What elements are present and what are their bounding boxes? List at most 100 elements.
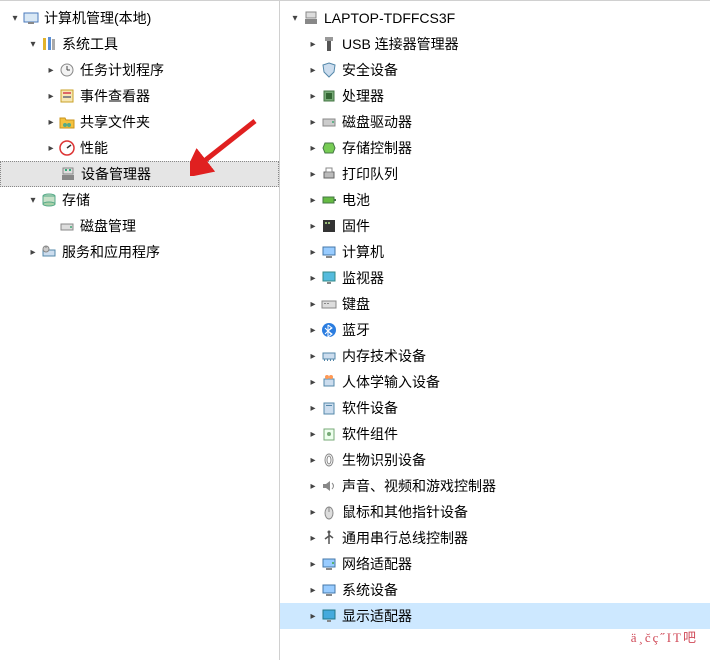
device-category-item[interactable]: ▸ 处理器	[280, 83, 710, 109]
expand-icon[interactable]: ▸	[44, 117, 58, 128]
device-category-item[interactable]: ▸系统设备	[280, 577, 710, 603]
expand-icon[interactable]: ▸	[306, 559, 320, 570]
tree-label: 计算机管理(本地)	[44, 8, 151, 28]
device-icon	[320, 581, 338, 599]
expand-icon[interactable]: ▸	[306, 429, 320, 440]
device-label: 存储控制器	[342, 138, 412, 158]
device-category-item[interactable]: ▸USB 连接器管理器	[280, 31, 710, 57]
device-category-item[interactable]: ▸ 软件组件	[280, 421, 710, 447]
device-icon	[320, 451, 338, 469]
expand-icon[interactable]: ▸	[306, 351, 320, 362]
expand-icon[interactable]: ▸	[306, 455, 320, 466]
system-tools-icon	[40, 35, 58, 53]
device-icon	[320, 477, 338, 495]
expand-icon[interactable]: ▸	[306, 221, 320, 232]
device-icon	[320, 191, 338, 209]
device-label: 打印队列	[342, 164, 398, 184]
device-label: 网络适配器	[342, 554, 412, 574]
device-category-item[interactable]: ▸显示适配器	[280, 603, 710, 629]
expand-icon[interactable]: ▸	[306, 611, 320, 622]
expand-icon[interactable]: ▸	[306, 299, 320, 310]
device-label: 内存技术设备	[342, 346, 426, 366]
device-label: 生物识别设备	[342, 450, 426, 470]
device-category-item[interactable]: ▸ 网络适配器	[280, 551, 710, 577]
expand-icon[interactable]: ▸	[44, 91, 58, 102]
device-icon	[320, 503, 338, 521]
tree-shared-folders[interactable]: ▸ 共享文件夹	[0, 109, 279, 135]
tree-storage[interactable]: ▾ 存储	[0, 187, 279, 213]
device-label: 软件设备	[342, 398, 398, 418]
device-category-item[interactable]: ▸键盘	[280, 291, 710, 317]
collapse-icon[interactable]: ▾	[8, 13, 22, 24]
storage-icon	[40, 191, 58, 209]
collapse-icon[interactable]: ▾	[26, 39, 40, 50]
tree-performance[interactable]: ▸ 性能	[0, 135, 279, 161]
device-category-item[interactable]: ▸通用串行总线控制器	[280, 525, 710, 551]
device-icon	[320, 607, 338, 625]
collapse-icon[interactable]: ▾	[288, 13, 302, 24]
expand-icon[interactable]: ▸	[306, 533, 320, 544]
tree-system-tools[interactable]: ▾ 系统工具	[0, 31, 279, 57]
tree-services-apps[interactable]: ▸ 服务和应用程序	[0, 239, 279, 265]
device-icon	[320, 425, 338, 443]
clock-icon	[58, 61, 76, 79]
computer-management-icon	[22, 9, 40, 27]
tree-task-scheduler[interactable]: ▸ 任务计划程序	[0, 57, 279, 83]
expand-icon[interactable]: ▸	[306, 39, 320, 50]
expand-icon[interactable]: ▸	[306, 169, 320, 180]
device-manager-icon	[59, 165, 77, 183]
expand-icon[interactable]: ▸	[306, 377, 320, 388]
device-category-item[interactable]: ▸监视器	[280, 265, 710, 291]
tree-label: 设备管理器	[81, 164, 151, 184]
device-icon	[320, 529, 338, 547]
expand-icon[interactable]: ▸	[306, 481, 320, 492]
tree-root-computer-management[interactable]: ▾ 计算机管理(本地)	[0, 5, 279, 31]
tree-root-laptop[interactable]: ▾ LAPTOP-TDFFCS3F	[280, 5, 710, 31]
tree-event-viewer[interactable]: ▸ 事件查看器	[0, 83, 279, 109]
device-icon	[320, 243, 338, 261]
device-category-item[interactable]: ▸安全设备	[280, 57, 710, 83]
device-category-item[interactable]: ▸计算机	[280, 239, 710, 265]
expand-icon[interactable]: ▸	[44, 143, 58, 154]
expand-icon[interactable]: ▸	[306, 143, 320, 154]
device-category-item[interactable]: ▸ 生物识别设备	[280, 447, 710, 473]
expand-icon[interactable]: ▸	[306, 91, 320, 102]
expand-icon[interactable]: ▸	[44, 65, 58, 76]
device-icon	[320, 165, 338, 183]
device-icon	[320, 399, 338, 417]
device-category-item[interactable]: ▸ 软件设备	[280, 395, 710, 421]
device-category-item[interactable]: ▸磁盘驱动器	[280, 109, 710, 135]
collapse-icon[interactable]: ▾	[26, 195, 40, 206]
device-category-item[interactable]: ▸ 打印队列	[280, 161, 710, 187]
device-category-item[interactable]: ▸电池	[280, 187, 710, 213]
device-label: 鼠标和其他指针设备	[342, 502, 468, 522]
expand-icon[interactable]: ▸	[306, 247, 320, 258]
expand-icon[interactable]: ▸	[306, 195, 320, 206]
device-label: 蓝牙	[342, 320, 370, 340]
tree-disk-management[interactable]: 磁盘管理	[0, 213, 279, 239]
device-category-item[interactable]: ▸ 存储控制器	[280, 135, 710, 161]
device-label: 软件组件	[342, 424, 398, 444]
device-category-item[interactable]: ▸声音、视频和游戏控制器	[280, 473, 710, 499]
device-icon	[320, 269, 338, 287]
device-category-item[interactable]: ▸ 鼠标和其他指针设备	[280, 499, 710, 525]
device-label: 固件	[342, 216, 370, 236]
expand-icon[interactable]: ▸	[306, 507, 320, 518]
expand-icon[interactable]: ▸	[26, 247, 40, 258]
device-icon	[320, 61, 338, 79]
device-category-item[interactable]: ▸ 内存技术设备	[280, 343, 710, 369]
tree-device-manager[interactable]: 设备管理器	[0, 161, 279, 187]
device-category-item[interactable]: ▸ 蓝牙	[280, 317, 710, 343]
shared-folder-icon	[58, 113, 76, 131]
watermark-text: ä¸čç˝IT吧	[631, 627, 698, 646]
device-category-item[interactable]: ▸人体学输入设备	[280, 369, 710, 395]
expand-icon[interactable]: ▸	[306, 117, 320, 128]
device-category-item[interactable]: ▸ 固件	[280, 213, 710, 239]
expand-icon[interactable]: ▸	[306, 325, 320, 336]
tree-label: 磁盘管理	[80, 216, 136, 236]
expand-icon[interactable]: ▸	[306, 65, 320, 76]
expand-icon[interactable]: ▸	[306, 585, 320, 596]
expand-icon[interactable]: ▸	[306, 403, 320, 414]
device-label: 处理器	[342, 86, 384, 106]
expand-icon[interactable]: ▸	[306, 273, 320, 284]
